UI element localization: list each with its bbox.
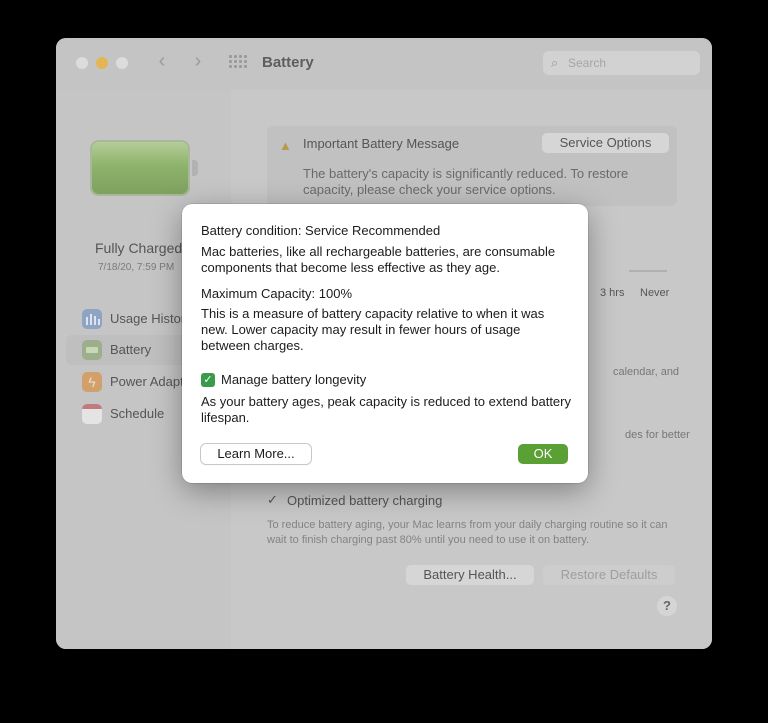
battery-message-box: ▲ Important Battery Message Service Opti…	[267, 126, 677, 206]
search-placeholder: Search	[568, 56, 607, 70]
option-text-fragment: calendar, and	[613, 366, 680, 378]
search-icon: ⌕	[551, 55, 559, 70]
slider-tick-label: Never	[640, 287, 670, 299]
maximum-capacity-text: Maximum Capacity: 100%	[201, 286, 352, 301]
schedule-icon	[82, 404, 102, 424]
usage-history-icon	[82, 309, 102, 329]
show-all-grid-icon[interactable]	[229, 55, 247, 69]
manage-longevity-checkbox[interactable]: ✓	[201, 373, 215, 387]
help-button[interactable]: ?	[657, 596, 677, 616]
slider-tick-label: 3 hrs	[600, 287, 625, 299]
back-arrow-icon[interactable]: ‹	[152, 50, 172, 73]
title-bar: ‹ › Battery ⌕ Search	[56, 38, 712, 90]
battery-condition-text: Battery condition: Service Recommended	[201, 223, 441, 238]
ok-button[interactable]: OK	[518, 444, 568, 464]
battery-health-dialog: Battery condition: Service Recommended M…	[182, 204, 588, 483]
optimized-charging-checkmark-icon[interactable]: ✓	[267, 492, 278, 508]
sidebar-item-label: Battery	[110, 342, 152, 357]
close-window-button[interactable]	[76, 57, 88, 69]
display-off-slider[interactable]	[629, 270, 667, 272]
manage-longevity-label[interactable]: Manage battery longevity	[221, 372, 366, 387]
message-text: The battery's capacity is significantly …	[303, 166, 629, 197]
search-field[interactable]: ⌕ Search	[543, 51, 700, 75]
power-adapter-icon: ϟ	[82, 372, 102, 392]
warning-icon: ▲	[279, 138, 292, 153]
battery-intro-text: Mac batteries, like all rechargeable bat…	[201, 244, 556, 275]
zoom-window-button[interactable]	[116, 57, 128, 69]
forward-arrow-icon[interactable]: ›	[188, 50, 208, 73]
optimized-charging-description: To reduce battery aging, your Mac learns…	[267, 519, 668, 546]
message-title: Important Battery Message	[303, 136, 460, 151]
restore-defaults-button[interactable]: Restore Defaults	[543, 565, 675, 585]
battery-icon	[82, 340, 102, 360]
capacity-description: This is a measure of battery capacity re…	[201, 306, 545, 353]
optimized-charging-label[interactable]: Optimized battery charging	[287, 493, 442, 508]
option-text-fragment: des for better	[625, 429, 690, 441]
battery-health-button[interactable]: Battery Health...	[406, 565, 534, 585]
sidebar-item-label: Usage History	[110, 311, 192, 326]
window-title: Battery	[262, 54, 314, 71]
service-options-button[interactable]: Service Options	[542, 133, 669, 153]
minimize-window-button[interactable]	[96, 57, 108, 69]
battery-level-graphic	[90, 140, 198, 196]
sidebar-item-label: Schedule	[110, 406, 165, 421]
learn-more-button[interactable]: Learn More...	[201, 444, 311, 464]
battery-status-title: Fully Charged	[95, 240, 183, 256]
battery-status-date: 7/18/20, 7:59 PM	[98, 262, 175, 273]
manage-longevity-description: As your battery ages, peak capacity is r…	[201, 394, 571, 425]
